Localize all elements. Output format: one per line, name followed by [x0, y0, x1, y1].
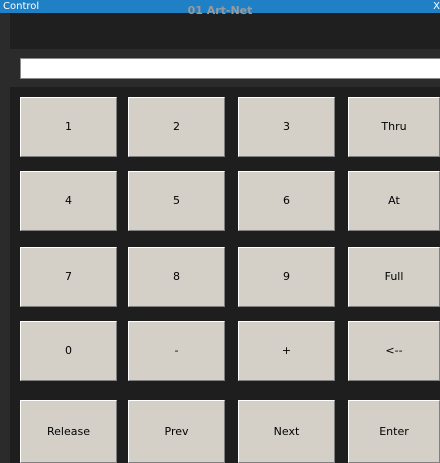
key-8[interactable]: 8 — [128, 247, 225, 307]
key-backspace[interactable]: <-- — [348, 321, 440, 381]
key-plus[interactable]: + — [238, 321, 335, 381]
key-prev[interactable]: Prev — [128, 400, 225, 463]
control-window: Control X 01 Art-Net 1 2 3 Thru 4 5 6 At… — [0, 0, 440, 463]
key-7[interactable]: 7 — [20, 247, 117, 307]
key-at[interactable]: At — [348, 171, 440, 231]
key-thru[interactable]: Thru — [348, 97, 440, 157]
command-line-input[interactable] — [20, 58, 440, 79]
key-6[interactable]: 6 — [238, 171, 335, 231]
key-next[interactable]: Next — [238, 400, 335, 463]
key-enter[interactable]: Enter — [348, 400, 440, 463]
key-release[interactable]: Release — [20, 400, 117, 463]
key-9[interactable]: 9 — [238, 247, 335, 307]
key-minus[interactable]: - — [128, 321, 225, 381]
key-2[interactable]: 2 — [128, 97, 225, 157]
key-0[interactable]: 0 — [20, 321, 117, 381]
keypad: 1 2 3 Thru 4 5 6 At 7 8 9 Full 0 - + <--… — [10, 87, 440, 463]
key-5[interactable]: 5 — [128, 171, 225, 231]
key-4[interactable]: 4 — [20, 171, 117, 231]
device-name-label: 01 Art-Net — [187, 4, 253, 17]
key-3[interactable]: 3 — [238, 97, 335, 157]
key-1[interactable]: 1 — [20, 97, 117, 157]
key-full[interactable]: Full — [348, 247, 440, 307]
